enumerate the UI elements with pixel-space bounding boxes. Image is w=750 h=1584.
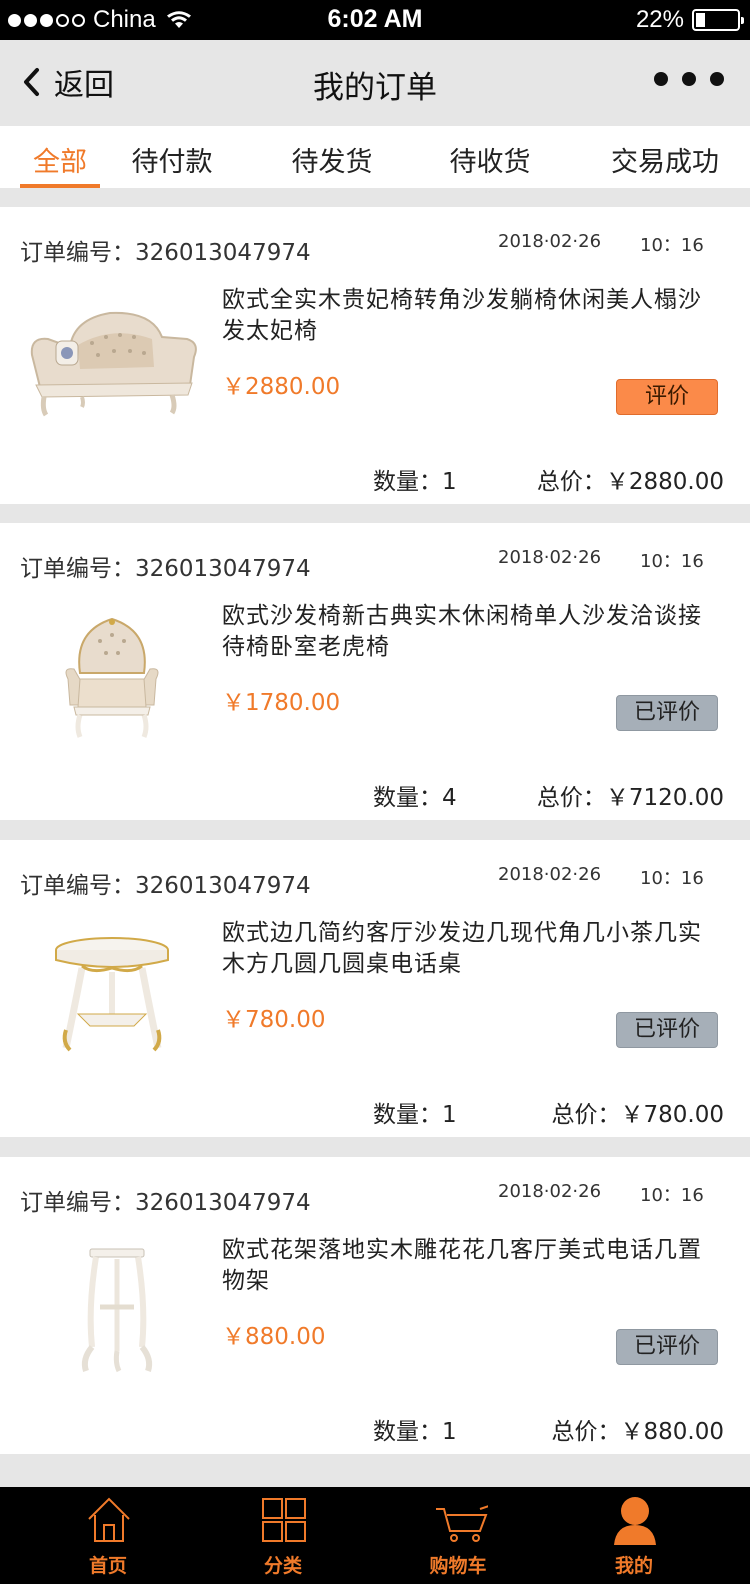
product-price: ￥780.00 [222, 1007, 326, 1033]
order-total: 总价：￥880.00 [551, 1419, 724, 1445]
order-time: 10：16 [640, 1185, 704, 1206]
battery-percent: 22% [635, 6, 684, 33]
tabbar-mine[interactable]: 我的 [574, 1487, 694, 1584]
more-dot-icon [682, 72, 696, 86]
product-name[interactable]: 欧式全实木贵妃椅转角沙发躺椅休闲美人榻沙发太妃椅 [222, 285, 722, 347]
plant-stand-icon[interactable] [22, 1247, 202, 1377]
tab-pending-receipt[interactable]: 待收货 [446, 140, 534, 188]
order-total: 总价：￥2880.00 [536, 469, 724, 495]
order-number: 订单编号：326013047974 [20, 556, 311, 582]
order-date: 2018·02·26 [498, 547, 602, 568]
product-price: ￥1780.00 [222, 690, 341, 716]
order-status-tabs: 全部 待付款 待发货 待收货 交易成功 [0, 126, 750, 188]
more-dot-icon [710, 72, 724, 86]
bottom-tab-bar: 首页 分类 购物车 我的 [0, 1487, 750, 1584]
order-total: 总价：￥7120.00 [536, 785, 724, 811]
battery-icon [692, 9, 744, 31]
more-options-button[interactable] [654, 72, 724, 86]
order-number: 订单编号：326013047974 [20, 240, 311, 266]
tab-pending-payment[interactable]: 待付款 [128, 140, 216, 188]
home-icon [88, 1497, 130, 1542]
order-card[interactable]: 订单编号：326013047974 2018·02·26 10：16 欧式沙发椅… [0, 523, 750, 820]
tabbar-label: 我的 [614, 1555, 653, 1577]
tabbar-category[interactable]: 分类 [223, 1487, 343, 1584]
tabbar-home[interactable]: 首页 [48, 1487, 168, 1584]
order-date: 2018·02·26 [498, 231, 602, 252]
armchair-icon[interactable] [22, 613, 202, 743]
tabbar-label: 分类 [263, 1555, 302, 1577]
nav-bar: 返回 我的订单 [0, 40, 750, 126]
order-quantity: 数量：4 [373, 785, 457, 811]
tab-all[interactable]: 全部 [20, 140, 100, 188]
order-date: 2018·02·26 [498, 864, 602, 885]
tabbar-cart[interactable]: 购物车 [398, 1487, 518, 1584]
status-bar: China 6:02 AM 22% [0, 0, 750, 40]
order-card[interactable]: 订单编号：326013047974 2018·02·26 10：16 欧式边几简… [0, 840, 750, 1137]
order-quantity: 数量：1 [373, 1102, 457, 1128]
category-grid-icon [262, 1498, 306, 1542]
order-time: 10：16 [640, 235, 704, 256]
product-price: ￥2880.00 [222, 374, 341, 400]
more-dot-icon [654, 72, 668, 86]
order-number: 订单编号：326013047974 [20, 1190, 311, 1216]
reviewed-button[interactable]: 已评价 [616, 1329, 718, 1365]
order-total: 总价：￥780.00 [551, 1102, 724, 1128]
side-table-icon[interactable] [22, 930, 202, 1060]
product-name[interactable]: 欧式花架落地实木雕花花几客厅美式电话几置物架 [222, 1235, 722, 1297]
review-button[interactable]: 评价 [616, 379, 718, 415]
order-card[interactable]: 订单编号：326013047974 2018·02·26 10：16 欧式花架落… [0, 1157, 750, 1454]
order-date: 2018·02·26 [498, 1181, 602, 1202]
order-quantity: 数量：1 [373, 469, 457, 495]
status-right: 22% [635, 6, 744, 34]
product-name[interactable]: 欧式边几简约客厅沙发边几现代角几小茶几实木方几圆几圆桌电话桌 [222, 918, 722, 980]
order-time: 10：16 [640, 868, 704, 889]
order-number: 订单编号：326013047974 [20, 873, 311, 899]
reviewed-button[interactable]: 已评价 [616, 1012, 718, 1048]
page-title: 我的订单 [313, 70, 437, 106]
order-card[interactable]: 订单编号：326013047974 2018·02·26 10：16 欧式全实木… [0, 207, 750, 504]
tab-completed[interactable]: 交易成功 [606, 140, 724, 188]
chaise-lounge-icon[interactable] [22, 297, 202, 427]
order-time: 10：16 [640, 551, 704, 572]
order-quantity: 数量：1 [373, 1419, 457, 1445]
tabbar-label: 首页 [88, 1555, 127, 1577]
product-price: ￥880.00 [222, 1324, 326, 1350]
product-name[interactable]: 欧式沙发椅新古典实木休闲椅单人沙发洽谈接待椅卧室老虎椅 [222, 601, 722, 663]
reviewed-button[interactable]: 已评价 [616, 695, 718, 731]
shopping-cart-icon [436, 1505, 488, 1542]
tabbar-label: 购物车 [429, 1555, 487, 1577]
tab-pending-shipment[interactable]: 待发货 [288, 140, 376, 188]
user-icon [614, 1497, 656, 1545]
